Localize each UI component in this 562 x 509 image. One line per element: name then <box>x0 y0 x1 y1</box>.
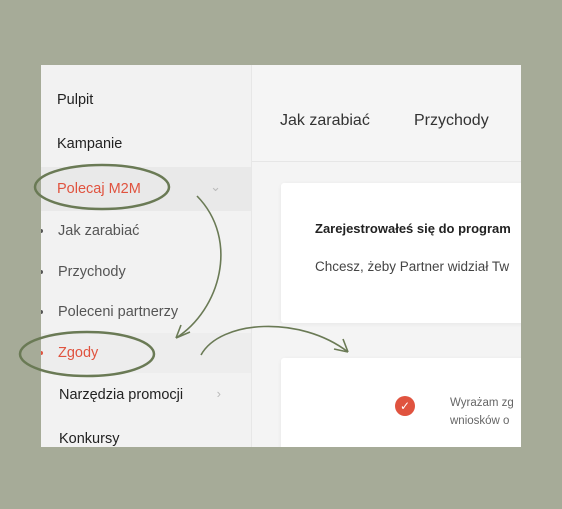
highlight-ellipse-zgody <box>18 330 156 378</box>
annotation-arrow-down <box>175 195 222 339</box>
annotation-arrow-right <box>200 325 349 356</box>
highlight-ellipse-polecaj <box>33 163 171 211</box>
annotation-overlay <box>18 163 349 378</box>
